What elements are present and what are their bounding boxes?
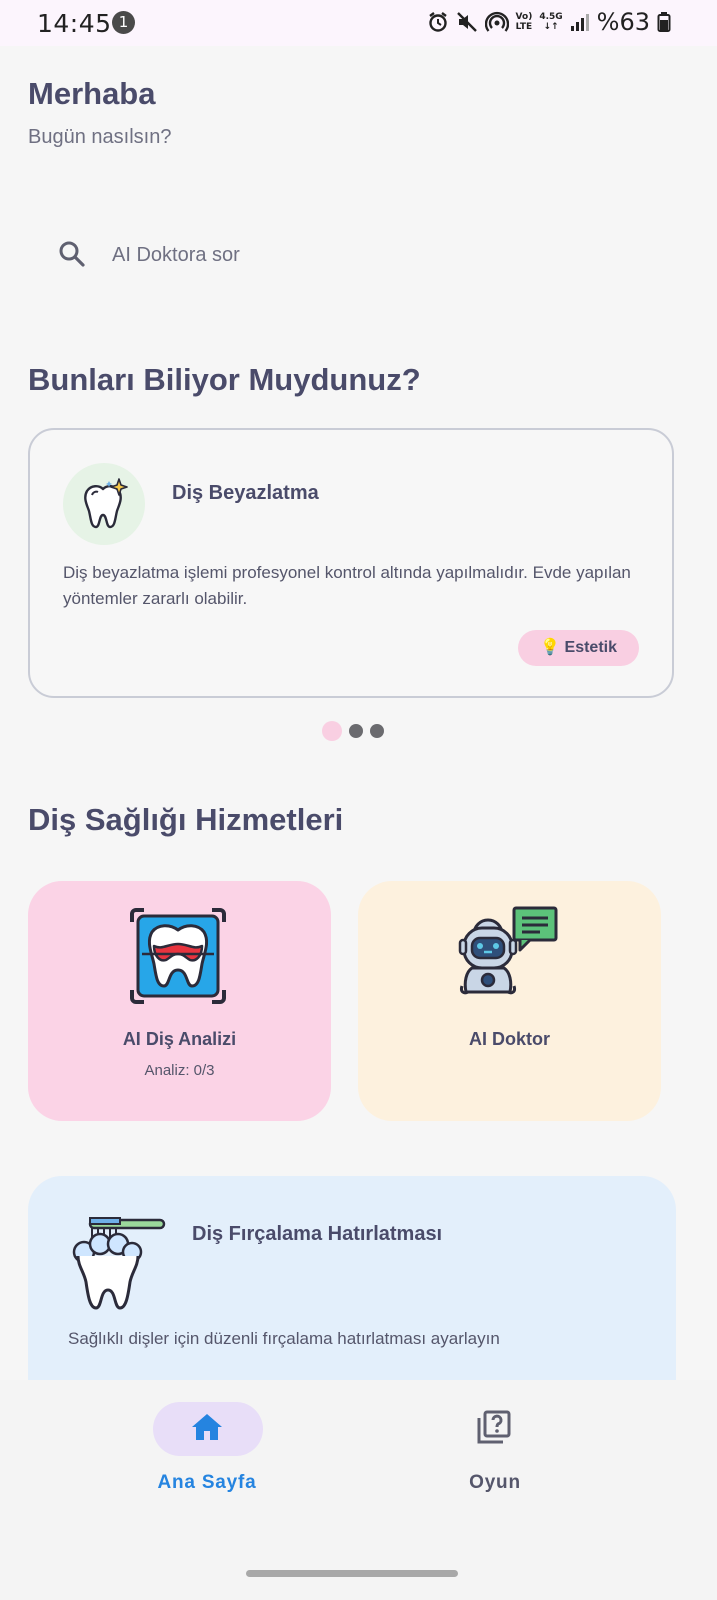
pager-dot-3[interactable] (370, 724, 384, 738)
home-icon[interactable] (190, 1412, 224, 1447)
service-title: AI Doktor (469, 1029, 550, 1049)
search-input[interactable] (110, 236, 634, 274)
nav-label-game[interactable]: Oyun (395, 1472, 595, 1494)
nav-label-home[interactable]: Ana Sayfa (107, 1472, 307, 1494)
sparkling-tooth-icon (84, 478, 128, 529)
notification-count-badge: 1 (112, 11, 135, 34)
fact-icon-container (63, 463, 145, 545)
search-icon[interactable] (58, 240, 86, 273)
service-title: AI Diş Analizi (122, 1029, 237, 1049)
ai-tooth-analysis-card[interactable]: AI Diş Analizi Analiz: 0/3 (28, 881, 331, 1121)
battery-icon (657, 11, 671, 33)
volte-top: Vo) (515, 12, 533, 22)
bottom-navigation: Ana Sayfa Oyun (0, 1380, 717, 1600)
greeting-subtitle: Bugün nasılsın? (28, 126, 172, 148)
reminder-title: Diş Fırçalama Hatırlatması (192, 1223, 443, 1245)
robot-chat-icon (458, 906, 558, 1011)
fact-body: Diş beyazlatma işlemi profesyonel kontro… (63, 563, 631, 608)
volte-bottom: LTE (515, 22, 533, 32)
nav-item-game[interactable]: Oyun (395, 1400, 595, 1520)
service-subtitle: Analiz: 0/3 (144, 1062, 215, 1079)
tooth-scan-icon (128, 906, 228, 1011)
status-time: 14:45 (37, 9, 112, 38)
hotspot-icon (484, 11, 509, 33)
carousel-pager (322, 721, 384, 741)
mute-icon (456, 11, 478, 33)
services-section-title: Diş Sağlığı Hizmetleri (28, 802, 344, 837)
facts-section-title: Bunları Biliyor Muydunuz? (28, 362, 421, 397)
battery-percentage: %63 (596, 8, 650, 36)
network-type-indicator: 4.5G ↓↑ (539, 12, 562, 32)
network-type-top: 4.5G (539, 12, 563, 22)
tooth-brushing-icon (66, 1214, 166, 1319)
pager-dot-2[interactable] (349, 724, 363, 738)
greeting-title: Merhaba (28, 76, 156, 111)
fact-title: Diş Beyazlatma (172, 482, 319, 504)
status-icons: Vo) LTE 4.5G ↓↑ %63 (427, 8, 671, 36)
ai-doctor-card[interactable]: AI Doktor (358, 881, 661, 1121)
fact-card[interactable]: Diş Beyazlatma Diş beyazlatma işlemi pro… (28, 428, 674, 698)
pager-dot-1[interactable] (322, 721, 342, 741)
signal-icon (570, 12, 590, 32)
brushing-reminder-card[interactable]: Diş Fırçalama Hatırlatması Sağlıklı dişl… (28, 1176, 676, 1406)
reminder-body: Sağlıklı dişler için düzenli fırçalama h… (68, 1329, 500, 1348)
gesture-handle[interactable] (246, 1570, 458, 1577)
search-bar[interactable] (28, 218, 678, 292)
volte-indicator: Vo) LTE (516, 12, 533, 32)
status-bar: 14:45 1 Vo) LTE 4.5G ↓↑ %63 (0, 0, 717, 46)
fact-category-tag: 💡 Estetik (518, 630, 639, 666)
network-type-bottom: ↓↑ (543, 22, 559, 32)
quiz-icon[interactable] (475, 1410, 511, 1451)
alarm-icon (427, 11, 449, 33)
nav-item-home[interactable]: Ana Sayfa (107, 1400, 307, 1520)
